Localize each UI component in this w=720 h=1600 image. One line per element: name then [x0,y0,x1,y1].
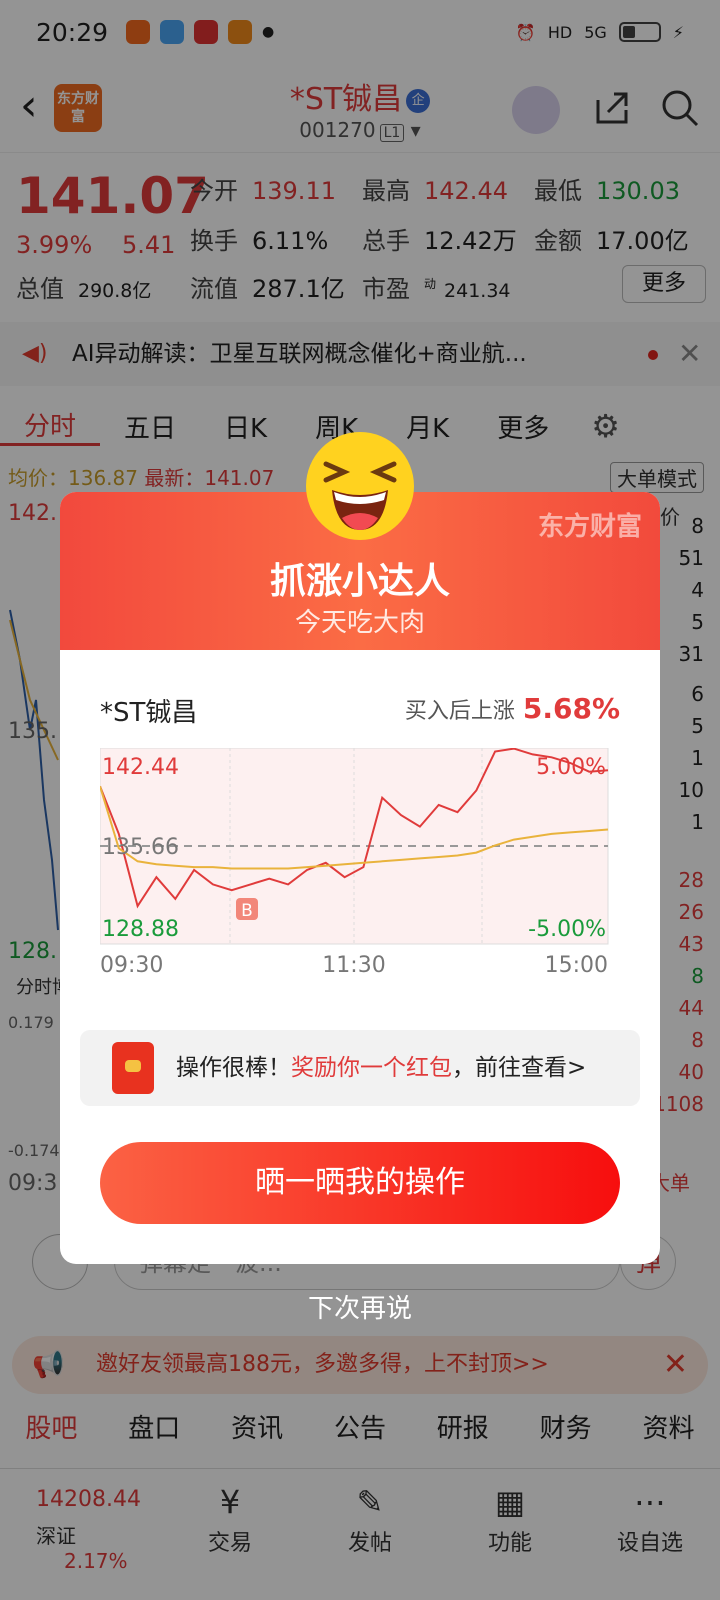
y-mid-label: 135.66 [102,835,179,860]
dismiss-later-link[interactable]: 下次再说 [0,1288,720,1325]
intraday-mini-chart: 142.44 135.66 128.88 5.00% -5.00% B 09:3… [100,748,609,978]
pct-top-label: 5.00% [536,755,606,780]
pct-bottom-label: -5.00% [528,917,606,942]
achievement-modal: 东方财富 抓涨小达人 今天吃大肉 *ST铖昌 买入后上涨 5.68% 142.44… [60,432,660,1264]
red-packet-tip[interactable]: 操作很棒！奖励你一个红包，前往查看> [80,1030,640,1106]
x-label-start: 09:30 [100,953,163,978]
buy-marker-label: B [241,901,253,921]
y-top-label: 142.44 [102,755,179,780]
y-bottom-label: 128.88 [102,917,179,942]
modal-subtitle: 今天吃大肉 [294,608,425,638]
x-label-end: 15:00 [545,953,608,978]
laughing-emoji-icon [306,432,414,540]
stock-detail-screen: 20:29 ● ⏰ HD 5G ⚡ ‹ 东方财富 *ST铖昌企 001270 L1… [0,0,720,1600]
share-operation-button[interactable]: 晒一晒我的操作 [100,1142,620,1224]
brand-watermark: 东方财富 [537,512,642,542]
modal-stock-name: *ST铖昌 [100,698,198,728]
modal-title: 抓涨小达人 [269,561,450,602]
x-label-mid: 11:30 [322,953,385,978]
red-envelope-icon [112,1042,154,1094]
gain-after-buy: 买入后上涨 5.68% [404,692,620,725]
